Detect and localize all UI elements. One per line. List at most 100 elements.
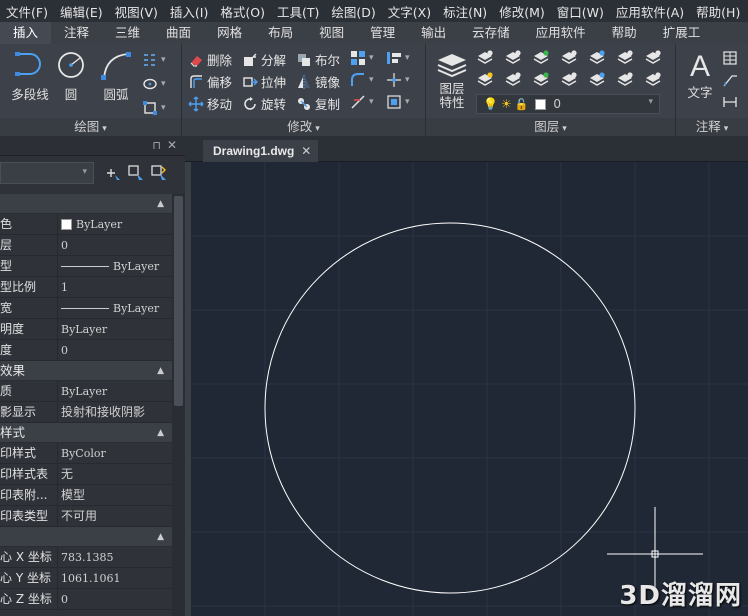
menu-item[interactable]: 绘图(D) <box>325 2 381 21</box>
collapse-icon[interactable]: ▲ <box>157 527 164 547</box>
menu-item[interactable]: 文件(F) <box>0 2 54 21</box>
select-objects-icon[interactable] <box>127 164 145 182</box>
ellipse-tool[interactable]: ▾ <box>142 76 166 92</box>
property-value[interactable]: 783.1385 <box>58 547 172 567</box>
toggle-pickadd-icon[interactable] <box>104 164 122 182</box>
explode-tool[interactable]: 分解 <box>242 50 286 69</box>
drawing-canvas[interactable]: 3D溜溜网 <box>185 162 748 616</box>
property-row[interactable]: 宽 ByLayer <box>0 298 172 319</box>
property-row[interactable]: 心 X 坐标 783.1385 <box>0 547 172 568</box>
menu-item[interactable]: 帮助(H) <box>690 2 746 21</box>
mirror-tool[interactable]: 镜像 <box>296 72 340 91</box>
ribbon-tab[interactable]: 布局 <box>255 22 306 44</box>
text-button[interactable]: A 文字 <box>682 52 718 101</box>
property-value[interactable]: 0 <box>58 340 172 360</box>
property-value[interactable]: ByColor <box>58 443 172 463</box>
property-value[interactable]: 模型 <box>58 485 172 505</box>
property-row[interactable]: 明度 ByLayer <box>0 319 172 340</box>
property-row[interactable]: 印表类型 不可用 <box>0 506 172 527</box>
property-row[interactable]: 型比例 1 <box>0 277 172 298</box>
pin-icon[interactable]: ⊓ <box>152 139 161 152</box>
layer-tool-icon[interactable] <box>532 50 550 68</box>
menu-item[interactable]: 文字(X) <box>382 2 437 21</box>
layer-tool-icon[interactable] <box>504 50 522 68</box>
property-row[interactable]: 层0 <box>0 235 172 256</box>
ribbon-tab[interactable]: 云存储 <box>459 22 523 44</box>
quick-select-icon[interactable] <box>150 164 168 182</box>
menu-item[interactable]: 应用软件(A) <box>610 2 690 21</box>
properties-section-header[interactable]: ▲ <box>0 194 172 214</box>
rotate-tool[interactable]: 旋转 <box>242 94 286 113</box>
menu-item[interactable]: 格式(O) <box>214 2 271 21</box>
properties-section-header[interactable]: ▲ <box>0 527 172 547</box>
property-value[interactable]: 不可用 <box>58 506 172 526</box>
selection-dropdown[interactable]: ▾ <box>0 162 94 184</box>
table-tool[interactable] <box>722 50 738 66</box>
property-row[interactable]: 型 ByLayer <box>0 256 172 277</box>
annotation-panel-title[interactable]: 注释 ▾ <box>676 118 748 136</box>
property-value[interactable]: 0 <box>58 589 172 609</box>
property-value[interactable]: ByLayer <box>58 214 172 234</box>
layer-tool-icon[interactable] <box>560 72 578 90</box>
property-value[interactable]: 投射和接收阴影 <box>58 402 172 422</box>
layer-tool-icon[interactable] <box>476 72 494 90</box>
drawn-circle[interactable] <box>264 222 636 594</box>
collapse-icon[interactable]: ▲ <box>157 194 164 214</box>
property-row[interactable]: 印表附... 模型 <box>0 485 172 506</box>
property-row[interactable]: 质 ByLayer <box>0 381 172 402</box>
property-value[interactable]: 0 <box>58 235 172 255</box>
leader-tool[interactable] <box>722 72 738 88</box>
menu-item[interactable]: 编辑(E) <box>54 2 109 21</box>
align-tool[interactable]: ▾ <box>386 50 410 66</box>
stretch-tool[interactable]: 拉伸 <box>242 72 286 91</box>
ribbon-tab[interactable]: 扩展工 <box>650 22 714 44</box>
join-tool[interactable]: ▾ <box>386 72 410 88</box>
close-icon[interactable]: ✕ <box>167 138 177 152</box>
property-value[interactable]: 无 <box>58 464 172 484</box>
menu-item[interactable]: 窗口(W) <box>551 2 610 21</box>
property-row[interactable]: 色 ByLayer <box>0 214 172 235</box>
ribbon-tab[interactable]: 三维 <box>102 22 153 44</box>
scale-tool[interactable]: ▾ <box>386 94 410 110</box>
layer-tool-icon[interactable] <box>616 50 634 68</box>
property-row[interactable]: 影显示 投射和接收阴影 <box>0 402 172 423</box>
ribbon-tab[interactable]: 应用软件 <box>523 22 599 44</box>
menu-item[interactable]: 视图(V) <box>109 2 164 21</box>
array-tool[interactable]: ▾ <box>350 50 374 66</box>
properties-scrollbar-thumb[interactable] <box>174 196 183 406</box>
property-row[interactable]: 印样式 ByColor <box>0 443 172 464</box>
layer-dropdown[interactable]: 💡 ☀ 🔓 0 ▾ <box>476 94 660 114</box>
offset-tool[interactable]: 偏移 <box>188 72 232 91</box>
fillet-tool[interactable]: ▾ <box>350 72 374 88</box>
hatch-tool[interactable]: ▾ <box>142 52 166 68</box>
menu-item[interactable]: 标注(N) <box>437 2 493 21</box>
rectangle-tool[interactable]: ▾ <box>142 100 166 116</box>
layer-tool-icon[interactable] <box>532 72 550 90</box>
properties-scrollbar[interactable] <box>172 194 185 616</box>
menu-item[interactable]: 修改(M) <box>493 2 551 21</box>
ribbon-tab[interactable]: 视图 <box>306 22 357 44</box>
ribbon-tab[interactable]: 网格 <box>204 22 255 44</box>
modify-panel-title[interactable]: 修改 ▾ <box>182 118 425 136</box>
property-row[interactable]: 度0 <box>0 340 172 361</box>
ribbon-tab[interactable]: 插入 <box>0 22 52 44</box>
collapse-icon[interactable]: ▲ <box>157 423 164 443</box>
layer-tool-icon[interactable] <box>560 50 578 68</box>
ribbon-tab[interactable]: 输出 <box>408 22 459 44</box>
copy-tool[interactable]: 复制 <box>296 94 340 113</box>
ribbon-tab[interactable]: 注释 <box>51 22 102 44</box>
boolean-tool[interactable]: 布尔 <box>296 50 340 69</box>
layer-panel-title[interactable]: 图层 ▾ <box>426 118 675 136</box>
layer-tool-icon[interactable] <box>588 72 606 90</box>
close-icon[interactable]: ✕ <box>301 140 311 162</box>
layer-tool-icon[interactable] <box>588 50 606 68</box>
property-value[interactable]: ByLayer <box>58 319 172 339</box>
property-row[interactable]: 心 Y 坐标 1061.1061 <box>0 568 172 589</box>
property-value[interactable]: 1061.1061 <box>58 568 172 588</box>
property-value[interactable]: 1 <box>58 277 172 297</box>
dimension-tool[interactable] <box>722 94 738 110</box>
layer-tool-icon[interactable] <box>644 50 662 68</box>
polyline-button[interactable]: 多段线 <box>6 50 54 103</box>
property-value[interactable]: ByLayer <box>58 256 172 276</box>
properties-section-header[interactable]: 效果 ▲ <box>0 361 172 381</box>
